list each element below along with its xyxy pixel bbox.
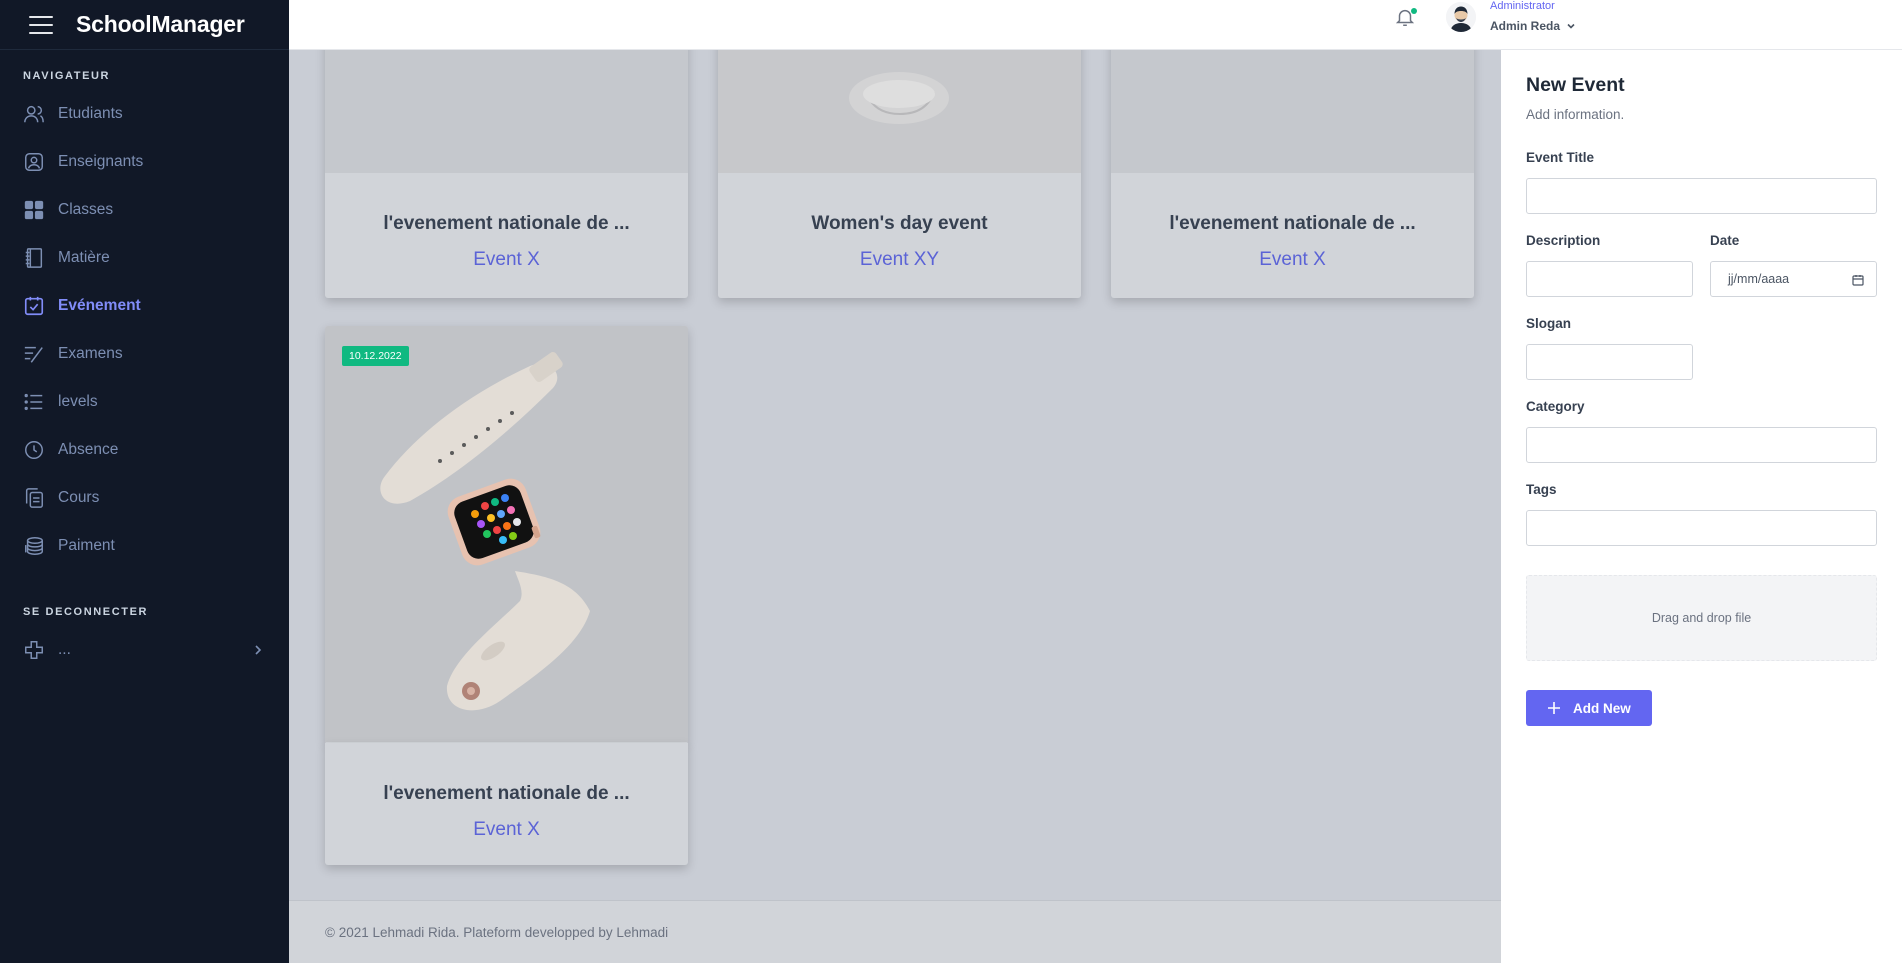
event-image [325,50,688,173]
event-card[interactable]: 10.12.2022 [325,326,688,744]
event-title-label: Event Title [1526,150,1595,165]
avatar-image [1446,2,1476,32]
user-role: Administrator [1490,0,1555,12]
card-body: Women's day event Event XY [718,173,1081,271]
event-subtitle: Event X [1259,249,1326,270]
sidebar: SchoolManager NAVIGATEUR Etudiants Ensei… [0,0,289,963]
notification-dot [1411,8,1417,14]
menu-toggle-icon[interactable] [29,15,53,34]
sidebar-item-label: ... [58,641,71,658]
users-icon [24,105,44,123]
sidebar-item-logout[interactable]: ... [0,626,289,674]
sidebar-item-label: Paiment [58,537,115,554]
event-image [1111,50,1474,173]
sidebar-item-label: Examens [58,345,123,362]
user-name: Admin Reda [1490,19,1561,33]
nav-section-title: NAVIGATEUR [23,70,111,82]
sidebar-item-label: Classes [58,201,114,218]
clock-icon [25,441,43,459]
sidebar-item-evenement[interactable]: Evénement [0,282,289,330]
calendar-check-icon [24,296,44,316]
checklist-icon [24,346,43,363]
event-title: l'evenement nationale de ... [1169,213,1416,234]
sidebar-item-label: Etudiants [58,105,123,122]
chevron-right-icon [255,645,262,655]
plus-icon [1548,702,1560,714]
sidebar-item-levels[interactable]: levels [0,378,289,426]
user-badge-icon [25,153,43,171]
card-body: l'evenement nationale de ... Event X [325,173,688,271]
new-event-panel: New Event Add information. Event Title D… [1501,50,1902,963]
add-new-label: Add New [1573,700,1631,716]
top-header [289,0,1902,50]
event-card-footer[interactable]: l'evenement nationale de ... Event X [325,743,688,865]
event-subtitle: Event X [473,249,540,270]
date-label: Date [1710,233,1740,248]
slogan-input[interactable] [1526,344,1693,380]
brand-logo[interactable]: SchoolManager [76,11,245,38]
sidebar-item-enseignants[interactable]: Enseignants [0,138,289,186]
tags-label: Tags [1526,482,1557,497]
event-title: l'evenement nationale de ... [383,783,630,804]
description-label: Description [1526,233,1601,248]
event-subtitle: Event XY [859,249,940,270]
book-icon [25,248,43,268]
description-input[interactable] [1526,261,1693,297]
page-footer: © 2021 Lehmadi Rida. Plateform developpe… [289,900,1501,963]
panel-title: New Event [1526,74,1625,96]
event-card[interactable]: l'evenement nationale de ... Event X [325,50,688,298]
sidebar-header: SchoolManager [0,0,289,50]
coins-icon [25,537,43,555]
card-body: l'evenement nationale de ... Event X [325,743,688,841]
date-input[interactable]: jj/mm/aaaa [1710,261,1877,297]
date-placeholder: jj/mm/aaaa [1728,272,1790,286]
date-badge: 10.12.2022 [342,346,409,366]
watch-image [849,72,949,124]
user-menu[interactable]: Admin Reda [1490,19,1576,33]
avatar[interactable] [1446,2,1476,32]
chevron-down-icon [1567,23,1575,29]
list-icon [24,393,43,411]
calendar-icon[interactable] [1852,274,1864,286]
sidebar-item-examens[interactable]: Examens [0,330,289,378]
event-title-input[interactable] [1526,178,1877,214]
slogan-label: Slogan [1526,316,1572,331]
grid-icon [24,200,44,220]
sidebar-item-absence[interactable]: Absence [0,426,289,474]
event-subtitle: Event X [473,819,540,840]
dropzone-text: Drag and drop file [1651,611,1752,625]
sidebar-item-paiment[interactable]: Paiment [0,522,289,570]
smartwatch-image [380,352,590,711]
panel-subtitle: Add information. [1526,107,1625,122]
file-dropzone[interactable]: Drag and drop file [1526,575,1877,661]
event-image [325,326,688,742]
sidebar-item-etudiants[interactable]: Etudiants [0,90,289,138]
copy-icon [25,488,43,508]
card-body: l'evenement nationale de ... Event X [1111,173,1474,271]
plus-icon [25,641,43,659]
sidebar-item-matiere[interactable]: Matière [0,234,289,282]
footer-text: © 2021 Lehmadi Rida. Plateform developpe… [325,925,669,940]
sidebar-item-label: levels [58,393,98,410]
sidebar-item-label: Cours [58,489,100,506]
sidebar-item-label: Matière [58,249,110,266]
add-new-button[interactable]: Add New [1526,690,1652,726]
sidebar-item-classes[interactable]: Classes [0,186,289,234]
sidebar-item-label: Enseignants [58,153,144,170]
event-card[interactable]: l'evenement nationale de ... Event X [1111,50,1474,298]
event-title: Women's day event [811,213,988,234]
event-card[interactable]: Women's day event Event XY [718,50,1081,298]
sidebar-item-label: Evénement [58,297,141,314]
sidebar-item-label: Absence [58,441,119,458]
sidebar-item-cours[interactable]: Cours [0,474,289,522]
category-label: Category [1526,399,1585,414]
event-title: l'evenement nationale de ... [383,213,630,234]
logout-section-title: SE DECONNECTER [23,606,149,618]
event-image [718,50,1081,173]
events-content: l'evenement nationale de ... Event X Wom… [289,50,1501,963]
category-input[interactable] [1526,427,1877,463]
tags-input[interactable] [1526,510,1877,546]
